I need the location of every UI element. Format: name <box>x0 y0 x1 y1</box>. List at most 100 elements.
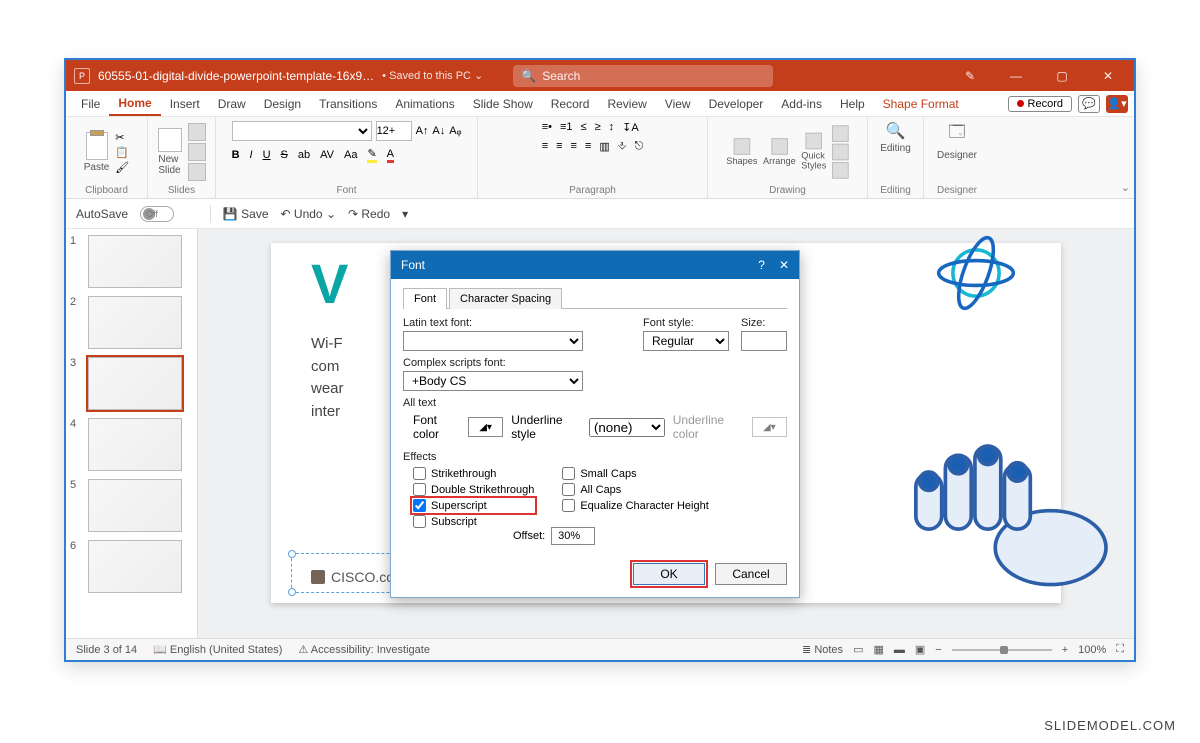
tab-shapeformat[interactable]: Shape Format <box>874 93 968 115</box>
record-button[interactable]: Record <box>1008 96 1072 112</box>
format-painter-icon[interactable]: 🖌 <box>115 161 129 174</box>
cut-icon[interactable]: ✂ <box>115 131 129 144</box>
superscript-check[interactable]: Superscript <box>413 499 534 512</box>
slide-counter[interactable]: Slide 3 of 14 <box>76 644 137 656</box>
redo-button[interactable]: ↷ Redo <box>348 207 390 221</box>
grow-font-icon[interactable]: A↑ <box>416 125 429 137</box>
shrink-font-icon[interactable]: A↓ <box>432 125 445 137</box>
view-normal-icon[interactable]: ▭ <box>853 643 863 656</box>
qat-overflow[interactable]: ▾ <box>402 207 408 221</box>
dialog-titlebar[interactable]: Font ? ✕ <box>391 251 799 279</box>
line-spacing-icon[interactable]: ↕ <box>609 121 615 134</box>
align-left-icon[interactable]: ≡ <box>542 140 548 153</box>
maximize-button[interactable]: ▢ <box>1044 69 1080 83</box>
font-color-button[interactable]: A <box>387 148 394 163</box>
copy-icon[interactable]: 📋 <box>115 146 129 159</box>
accessibility-status[interactable]: ⚠ Accessibility: Investigate <box>298 643 430 656</box>
italic-button[interactable]: I <box>250 149 253 161</box>
align-center-icon[interactable]: ≡ <box>556 140 562 153</box>
subscript-check[interactable]: Subscript <box>413 515 534 528</box>
tab-design[interactable]: Design <box>255 93 310 115</box>
complex-font-select[interactable]: +Body CS <box>403 371 583 391</box>
tab-record[interactable]: Record <box>542 93 599 115</box>
dblstrike-check[interactable]: Double Strikethrough <box>413 483 534 496</box>
thumb-6[interactable] <box>88 540 182 593</box>
tab-view[interactable]: View <box>656 93 700 115</box>
dialog-tab-font[interactable]: Font <box>403 288 447 309</box>
bullets-icon[interactable]: ≡• <box>542 121 552 134</box>
view-slideshow-icon[interactable]: ▣ <box>915 643 925 656</box>
zoom-slider[interactable] <box>952 649 1052 651</box>
thumb-3[interactable] <box>88 357 182 410</box>
share-button[interactable]: 👤▾ <box>1106 95 1128 113</box>
strike-button[interactable]: S <box>281 149 288 161</box>
tab-addins[interactable]: Add-ins <box>772 93 831 115</box>
equalize-check[interactable]: Equalize Character Height <box>562 499 708 512</box>
dialog-tab-spacing[interactable]: Character Spacing <box>449 288 562 309</box>
tab-animations[interactable]: Animations <box>386 93 463 115</box>
indent-dec-icon[interactable]: ≤ <box>581 121 587 134</box>
underlinestyle-select[interactable]: (none) <box>589 418 665 437</box>
close-button[interactable]: ✕ <box>1090 69 1126 83</box>
ribbon-mode-icon[interactable]: ✎ <box>952 69 988 83</box>
section-icon[interactable] <box>188 163 206 181</box>
undo-button[interactable]: ↶ Undo ⌄ <box>281 207 336 221</box>
effects-icon[interactable] <box>832 162 849 179</box>
save-button[interactable]: 💾 Save <box>223 207 269 221</box>
offset-input[interactable] <box>551 527 595 545</box>
tab-developer[interactable]: Developer <box>700 93 773 115</box>
slide-thumbnails[interactable]: 1 2 3 4 5 6 <box>66 229 198 638</box>
paste-button[interactable]: Paste <box>84 132 110 173</box>
reset-icon[interactable] <box>188 143 206 161</box>
latin-font-select[interactable] <box>403 331 583 351</box>
thumb-5[interactable] <box>88 479 182 532</box>
spacing-button[interactable]: AV <box>320 149 334 161</box>
layout-icon[interactable] <box>188 123 206 141</box>
collapse-ribbon-icon[interactable]: ⌄ <box>1121 181 1130 194</box>
font-size-input[interactable] <box>376 121 412 141</box>
editing-button[interactable]: 🔍Editing <box>880 121 911 154</box>
justify-icon[interactable]: ≡ <box>585 140 591 153</box>
columns-icon[interactable]: ▥ <box>599 140 609 153</box>
zoom-value[interactable]: 100% <box>1078 644 1106 656</box>
tab-draw[interactable]: Draw <box>209 93 255 115</box>
clear-format-icon[interactable]: Aᵩ <box>449 125 461 137</box>
search-box[interactable]: 🔍 Search <box>513 65 773 87</box>
shapes-button[interactable]: Shapes <box>726 138 757 167</box>
smartart-icon[interactable]: ⎋ <box>635 140 644 153</box>
ok-button[interactable]: OK <box>633 563 705 585</box>
tab-home[interactable]: Home <box>109 92 160 116</box>
tab-help[interactable]: Help <box>831 93 874 115</box>
minimize-button[interactable]: — <box>998 69 1034 83</box>
numbering-icon[interactable]: ≡1 <box>560 121 573 134</box>
strike-check[interactable]: Strikethrough <box>413 467 534 480</box>
zoom-out-icon[interactable]: − <box>935 644 941 656</box>
allcaps-check[interactable]: All Caps <box>562 483 708 496</box>
thumb-2[interactable] <box>88 296 182 349</box>
size-input[interactable] <box>741 331 787 351</box>
thumb-4[interactable] <box>88 418 182 471</box>
tab-review[interactable]: Review <box>598 93 655 115</box>
notes-toggle[interactable]: ≣ Notes <box>802 643 843 656</box>
bold-button[interactable]: B <box>232 149 240 161</box>
cancel-button[interactable]: Cancel <box>715 563 787 585</box>
fit-to-window-icon[interactable]: ⛶ <box>1116 643 1124 656</box>
shadow-button[interactable]: ab <box>298 149 310 161</box>
align-text-icon[interactable]: ⎀ <box>618 140 627 153</box>
language-status[interactable]: 📖 English (United States) <box>153 643 282 656</box>
outline-icon[interactable] <box>832 144 849 161</box>
underline-button[interactable]: U <box>263 149 271 161</box>
dialog-close-icon[interactable]: ✕ <box>779 258 789 272</box>
tab-insert[interactable]: Insert <box>161 93 209 115</box>
view-sorter-icon[interactable]: ▦ <box>873 643 883 656</box>
saved-indicator[interactable]: • Saved to this PC ⌄ <box>382 69 483 82</box>
quickstyles-button[interactable]: Quick Styles <box>801 133 826 172</box>
highlight-button[interactable]: ✎ <box>367 147 376 163</box>
tab-file[interactable]: File <box>72 93 109 115</box>
comments-button[interactable]: 💬 <box>1078 95 1100 113</box>
font-family-select[interactable] <box>232 121 372 141</box>
new-slide-button[interactable]: New Slide <box>158 128 182 176</box>
fill-icon[interactable] <box>832 125 849 142</box>
indent-inc-icon[interactable]: ≥ <box>595 121 601 134</box>
arrange-button[interactable]: Arrange <box>763 138 796 167</box>
